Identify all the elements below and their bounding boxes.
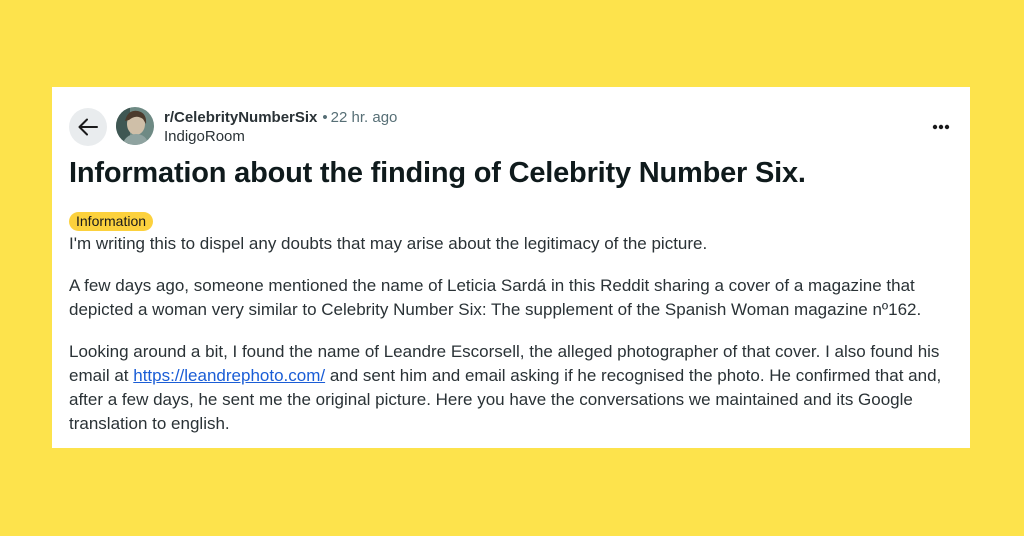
meta-separator: • (322, 109, 328, 126)
body-paragraph-2: A few days ago, someone mentioned the na… (69, 276, 922, 319)
subreddit-avatar[interactable] (116, 107, 154, 145)
post-body: I'm writing this to dispel any doubts th… (69, 232, 953, 436)
body-paragraph-3: Looking around a bit, I found the name o… (69, 340, 953, 436)
post-card: r/CelebrityNumberSix • 22 hr. ago IndigoRo… (52, 87, 970, 448)
more-options-button[interactable] (929, 117, 953, 137)
post-time: 22 hr. ago (330, 109, 398, 126)
arrow-left-icon (78, 118, 98, 136)
post-meta: r/CelebrityNumberSix • 22 hr. ago IndigoRo… (164, 108, 397, 146)
post-header: r/CelebrityNumberSix • 22 hr. ago IndigoRo… (69, 107, 953, 147)
more-horizontal-icon (932, 124, 950, 130)
post-title: Information about the finding of Celebri… (69, 157, 806, 189)
photographer-website-link[interactable]: https://leandrephoto.com/ (133, 366, 325, 385)
subreddit-link[interactable]: r/CelebrityNumberSix (164, 109, 317, 126)
body-paragraph-1: I'm writing this to dispel any doubts th… (69, 234, 708, 253)
post-flair[interactable]: Information (69, 212, 154, 231)
author-link[interactable]: IndigoRoom (164, 127, 397, 146)
back-button[interactable] (69, 108, 107, 146)
